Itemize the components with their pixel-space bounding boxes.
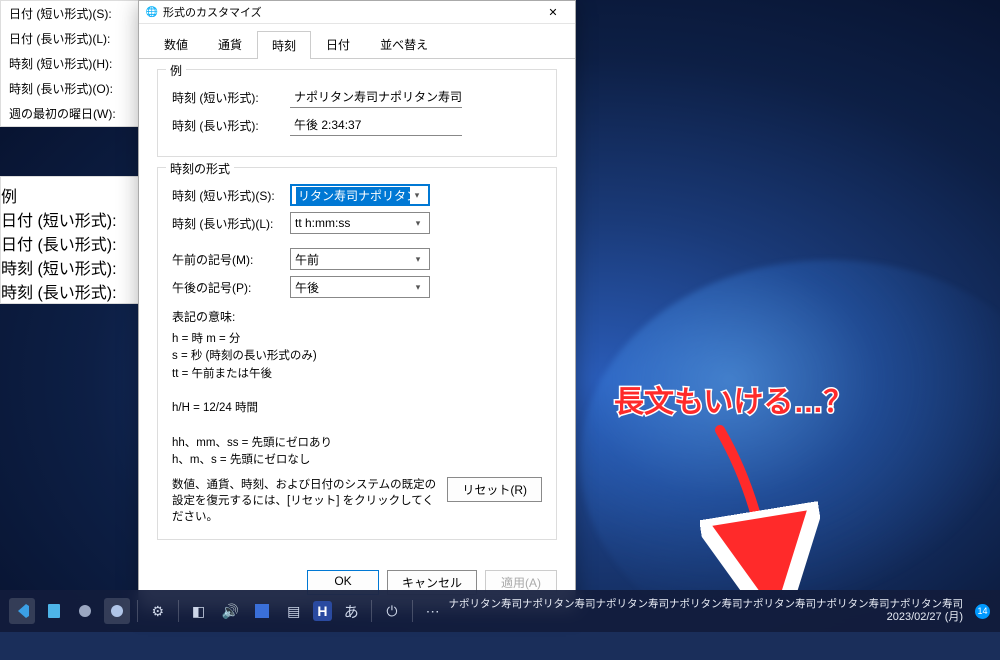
globe-icon: 🌐 (145, 5, 159, 19)
power-icon[interactable]: ⏻ (379, 598, 405, 624)
combo-value: リタン寿司ナポリタン寿司 (296, 187, 410, 204)
short-time-example-value: ナポリタン寿司ナポリタン寿司 (290, 86, 462, 108)
taskbar-separator (371, 600, 372, 622)
dialog-title: 形式のカスタマイズ (163, 4, 262, 20)
notation-body: h = 時 m = 分 s = 秒 (時刻の長い形式のみ) tt = 午前または… (172, 331, 542, 469)
taskbar-separator (137, 600, 138, 622)
tray-icon[interactable]: ◧ (186, 598, 212, 624)
clock-line1: ナポリタン寿司ナポリタン寿司ナポリタン寿司ナポリタン寿司ナポリタン寿司ナポリタン… (449, 598, 964, 611)
pm-symbol-label: 午後の記号(P): (172, 279, 280, 296)
annotation-arrow (700, 420, 820, 590)
combo-value: 午後 (295, 279, 411, 296)
long-time-example-value: 午後 2:34:37 (290, 114, 462, 136)
app-icon-2[interactable] (104, 598, 130, 624)
notepad-icon[interactable] (41, 598, 67, 624)
notation-title: 表記の意味: (172, 308, 542, 325)
tray-icon[interactable] (249, 598, 275, 624)
short-format-label: 時刻 (短い形式)(S): (172, 187, 280, 204)
tab-currency[interactable]: 通貨 (203, 30, 257, 58)
short-format-combobox[interactable]: リタン寿司ナポリタン寿司 ▾ (290, 184, 430, 206)
tray-icon[interactable]: ▤ (281, 598, 307, 624)
dialog-body: 例 時刻 (短い形式): ナポリタン寿司ナポリタン寿司 時刻 (長い形式): 午… (139, 59, 575, 562)
titlebar[interactable]: 🌐 形式のカスタマイズ ✕ (139, 1, 575, 24)
customize-format-dialog: 🌐 形式のカスタマイズ ✕ 数値 通貨 時刻 日付 並べ替え 例 時刻 (短い形… (138, 0, 576, 610)
chevron-down-icon: ▾ (411, 282, 425, 293)
combo-value: tt h:mm:ss (295, 216, 411, 230)
tab-time[interactable]: 時刻 (257, 31, 311, 59)
ime-mode-icon[interactable]: あ (338, 598, 364, 624)
chevron-down-icon: ▾ (411, 218, 425, 229)
app-icon-1[interactable] (72, 598, 98, 624)
combo-value: 午前 (295, 251, 411, 268)
clock-line2: 2023/02/27 (月) (449, 611, 964, 625)
tab-strip: 数値 通貨 時刻 日付 並べ替え (139, 24, 575, 59)
group-label: 例 (166, 62, 186, 79)
long-format-combobox[interactable]: tt h:mm:ss ▾ (290, 212, 430, 234)
time-format-group: 時刻の形式 時刻 (短い形式)(S): リタン寿司ナポリタン寿司 ▾ 時刻 (長… (157, 167, 557, 540)
tab-sort[interactable]: 並べ替え (365, 30, 443, 58)
pm-symbol-combobox[interactable]: 午後 ▾ (290, 276, 430, 298)
taskbar-clock[interactable]: ナポリタン寿司ナポリタン寿司ナポリタン寿司ナポリタン寿司ナポリタン寿司ナポリタン… (449, 598, 970, 625)
tab-number[interactable]: 数値 (149, 30, 203, 58)
tray-chevron-icon[interactable]: ⋯ (420, 598, 446, 624)
long-time-example-label: 時刻 (長い形式): (172, 117, 280, 134)
group-label: 時刻の形式 (166, 160, 234, 177)
notification-badge[interactable]: 14 (975, 604, 990, 619)
am-symbol-label: 午前の記号(M): (172, 251, 280, 268)
taskbar-tray: ナポリタン寿司ナポリタン寿司ナポリタン寿司ナポリタン寿司ナポリタン寿司ナポリタン… (449, 598, 995, 625)
chevron-down-icon: ▾ (411, 254, 425, 265)
close-button[interactable]: ✕ (537, 2, 569, 22)
taskbar-separator (178, 600, 179, 622)
am-symbol-combobox[interactable]: 午前 ▾ (290, 248, 430, 270)
example-group: 例 時刻 (短い形式): ナポリタン寿司ナポリタン寿司 時刻 (長い形式): 午… (157, 69, 557, 157)
vscode-icon[interactable] (9, 598, 35, 624)
reset-description: 数値、通貨、時刻、および日付のシステムの既定の設定を復元するには、[リセット] … (172, 477, 437, 525)
tab-date[interactable]: 日付 (311, 30, 365, 58)
short-time-example-label: 時刻 (短い形式): (172, 89, 280, 106)
ime-h-icon[interactable]: H (313, 601, 333, 621)
long-format-label: 時刻 (長い形式)(L): (172, 215, 280, 232)
volume-icon[interactable]: 🔊 (217, 598, 243, 624)
settings-icon[interactable]: ⚙ (145, 598, 171, 624)
annotation-text: 長文もいける…？ (614, 377, 853, 421)
taskbar[interactable]: ⚙ ◧ 🔊 ▤ H あ ⏻ ⋯ ナポリタン寿司ナポリタン寿司ナポリタン寿司ナポリ… (0, 590, 1000, 632)
chevron-down-icon: ▾ (410, 190, 424, 201)
reset-button[interactable]: リセット(R) (447, 477, 542, 502)
taskbar-separator (412, 600, 413, 622)
